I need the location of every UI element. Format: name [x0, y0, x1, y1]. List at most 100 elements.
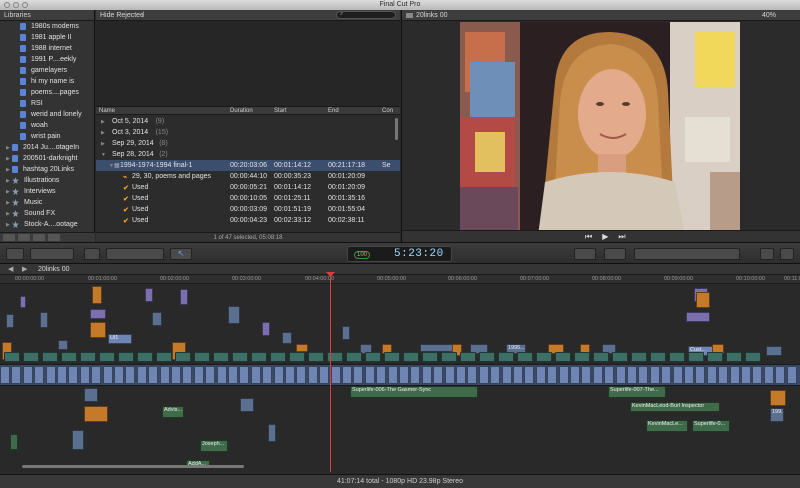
audio-clip[interactable]	[422, 352, 438, 362]
library-item[interactable]: ▶ 2014 Ju....otageIn	[6, 142, 79, 153]
audio-clip[interactable]	[61, 352, 77, 362]
media-browser-buttons[interactable]	[634, 248, 740, 260]
audio-clip[interactable]	[175, 352, 191, 362]
filmstrip-view-button[interactable]	[48, 234, 60, 241]
timeline-clip[interactable]: Superlife-007-The...	[608, 386, 666, 398]
storyline-clip[interactable]	[0, 366, 10, 384]
storyline-clip[interactable]	[262, 366, 273, 384]
timeline-clip[interactable]	[40, 312, 48, 328]
audio-clip[interactable]	[650, 352, 666, 362]
storyline-clip[interactable]	[102, 366, 113, 384]
library-item[interactable]: 1981 apple II	[20, 32, 71, 43]
storyline-clip[interactable]	[136, 366, 147, 384]
previous-frame-button[interactable]: ⏮	[585, 232, 592, 242]
timeline-clip[interactable]	[180, 289, 188, 305]
timeline-clip[interactable]	[90, 322, 106, 338]
list-view-button[interactable]	[33, 234, 45, 241]
disclosure-triangle-icon[interactable]: ▶	[6, 189, 12, 195]
library-item[interactable]: werid and lonely	[20, 109, 82, 120]
column-duration[interactable]: Duration	[230, 108, 253, 114]
timeline-clip[interactable]	[420, 344, 456, 352]
column-name[interactable]: Name	[99, 108, 115, 114]
storyline-clip[interactable]	[706, 366, 717, 384]
column-start[interactable]: Start	[274, 108, 287, 114]
storyline-clip[interactable]	[330, 366, 341, 384]
zoom-popup[interactable]: 40%	[762, 12, 776, 19]
timeline-clip[interactable]	[686, 312, 710, 322]
storyline-clip[interactable]	[490, 366, 501, 384]
storyline-clip[interactable]	[672, 366, 683, 384]
storyline-clip[interactable]	[615, 366, 626, 384]
audio-clip[interactable]	[308, 352, 324, 362]
audio-clip[interactable]	[251, 352, 267, 362]
audio-clip[interactable]	[232, 352, 248, 362]
storyline-clip[interactable]	[353, 366, 364, 384]
storyline-clip[interactable]	[558, 366, 569, 384]
column-end[interactable]: End	[328, 108, 339, 114]
storyline-clip[interactable]	[307, 366, 318, 384]
storyline-clip[interactable]	[319, 366, 330, 384]
audio-clip[interactable]	[99, 352, 115, 362]
timeline-clip[interactable]	[262, 322, 270, 336]
audio-clip[interactable]	[536, 352, 552, 362]
storyline-clip[interactable]	[91, 366, 102, 384]
enhance-button[interactable]	[574, 248, 596, 260]
browser-row[interactable]: ▼ Sep 28, 2014 (2)	[96, 149, 400, 160]
audio-clip[interactable]	[593, 352, 609, 362]
audio-clip[interactable]	[688, 352, 704, 362]
storyline-clip[interactable]	[342, 366, 352, 384]
storyline-clip[interactable]	[684, 366, 694, 384]
audio-clip[interactable]	[479, 352, 495, 362]
audio-clip[interactable]	[23, 352, 39, 362]
storyline-clip[interactable]	[752, 366, 763, 384]
browser-row[interactable]: ⌁ 29, 30, poems and pages 00:00:44:10 00:00…	[96, 171, 400, 182]
timeline-clip[interactable]	[240, 398, 254, 412]
storyline-clip[interactable]	[695, 366, 706, 384]
storyline-clip[interactable]	[581, 366, 592, 384]
audio-clip[interactable]	[707, 352, 723, 362]
retime-button[interactable]	[604, 248, 626, 260]
storyline-clip[interactable]	[627, 366, 637, 384]
library-item[interactable]: gamelayers	[20, 65, 67, 76]
disclosure-triangle-icon[interactable]: ▶	[6, 222, 12, 228]
audio-clip[interactable]	[574, 352, 590, 362]
storyline-clip[interactable]	[205, 366, 216, 384]
browser-row[interactable]: ✔ Used 00:00:10:05 00:01:25:11 00:01:35:16	[96, 193, 400, 204]
storyline-clip[interactable]	[159, 366, 170, 384]
timeline-clip[interactable]	[84, 388, 98, 402]
storyline-clip[interactable]	[638, 366, 649, 384]
timeline-clip[interactable]: 199...	[770, 408, 784, 422]
timeline-clip[interactable]: Superlife-0...	[692, 420, 730, 432]
storyline-clip[interactable]	[661, 366, 672, 384]
disclosure-triangle-icon[interactable]: ▶	[101, 130, 105, 136]
storyline-clip[interactable]	[433, 366, 444, 384]
timeline-clip[interactable]	[6, 314, 14, 328]
audio-clip[interactable]	[631, 352, 647, 362]
audio-clip[interactable]	[460, 352, 476, 362]
audio-clip[interactable]	[289, 352, 305, 362]
storyline-clip[interactable]	[250, 366, 261, 384]
timeline-clip[interactable]	[296, 344, 308, 352]
library-item[interactable]: ▶ Illustrations	[6, 175, 59, 186]
audio-clip[interactable]	[555, 352, 571, 362]
audio-clip[interactable]	[403, 352, 419, 362]
disclosure-triangle-icon[interactable]: ▼	[101, 152, 106, 158]
storyline-clip[interactable]	[421, 366, 432, 384]
library-item[interactable]: 1991 P....eekly	[20, 54, 76, 65]
disclosure-triangle-icon[interactable]: ▶	[6, 178, 12, 184]
search-input[interactable]: ⌕	[336, 11, 396, 19]
storyline-clip[interactable]	[45, 366, 56, 384]
storyline-clip[interactable]	[285, 366, 295, 384]
library-item[interactable]: woah	[20, 120, 48, 131]
library-item[interactable]: wrist pain	[20, 131, 61, 142]
timeline-clip[interactable]	[92, 286, 102, 304]
audio-clip[interactable]	[156, 352, 172, 362]
share-button[interactable]	[760, 248, 774, 260]
timecode-display[interactable]: 5:23:20	[394, 248, 444, 260]
storyline-clip[interactable]	[604, 366, 615, 384]
storyline-clip[interactable]	[649, 366, 660, 384]
library-item[interactable]: poems....pages	[20, 87, 79, 98]
playhead[interactable]	[330, 272, 331, 472]
timeline-clip[interactable]	[766, 346, 782, 356]
timeline-clip[interactable]: Advis...	[162, 406, 184, 418]
